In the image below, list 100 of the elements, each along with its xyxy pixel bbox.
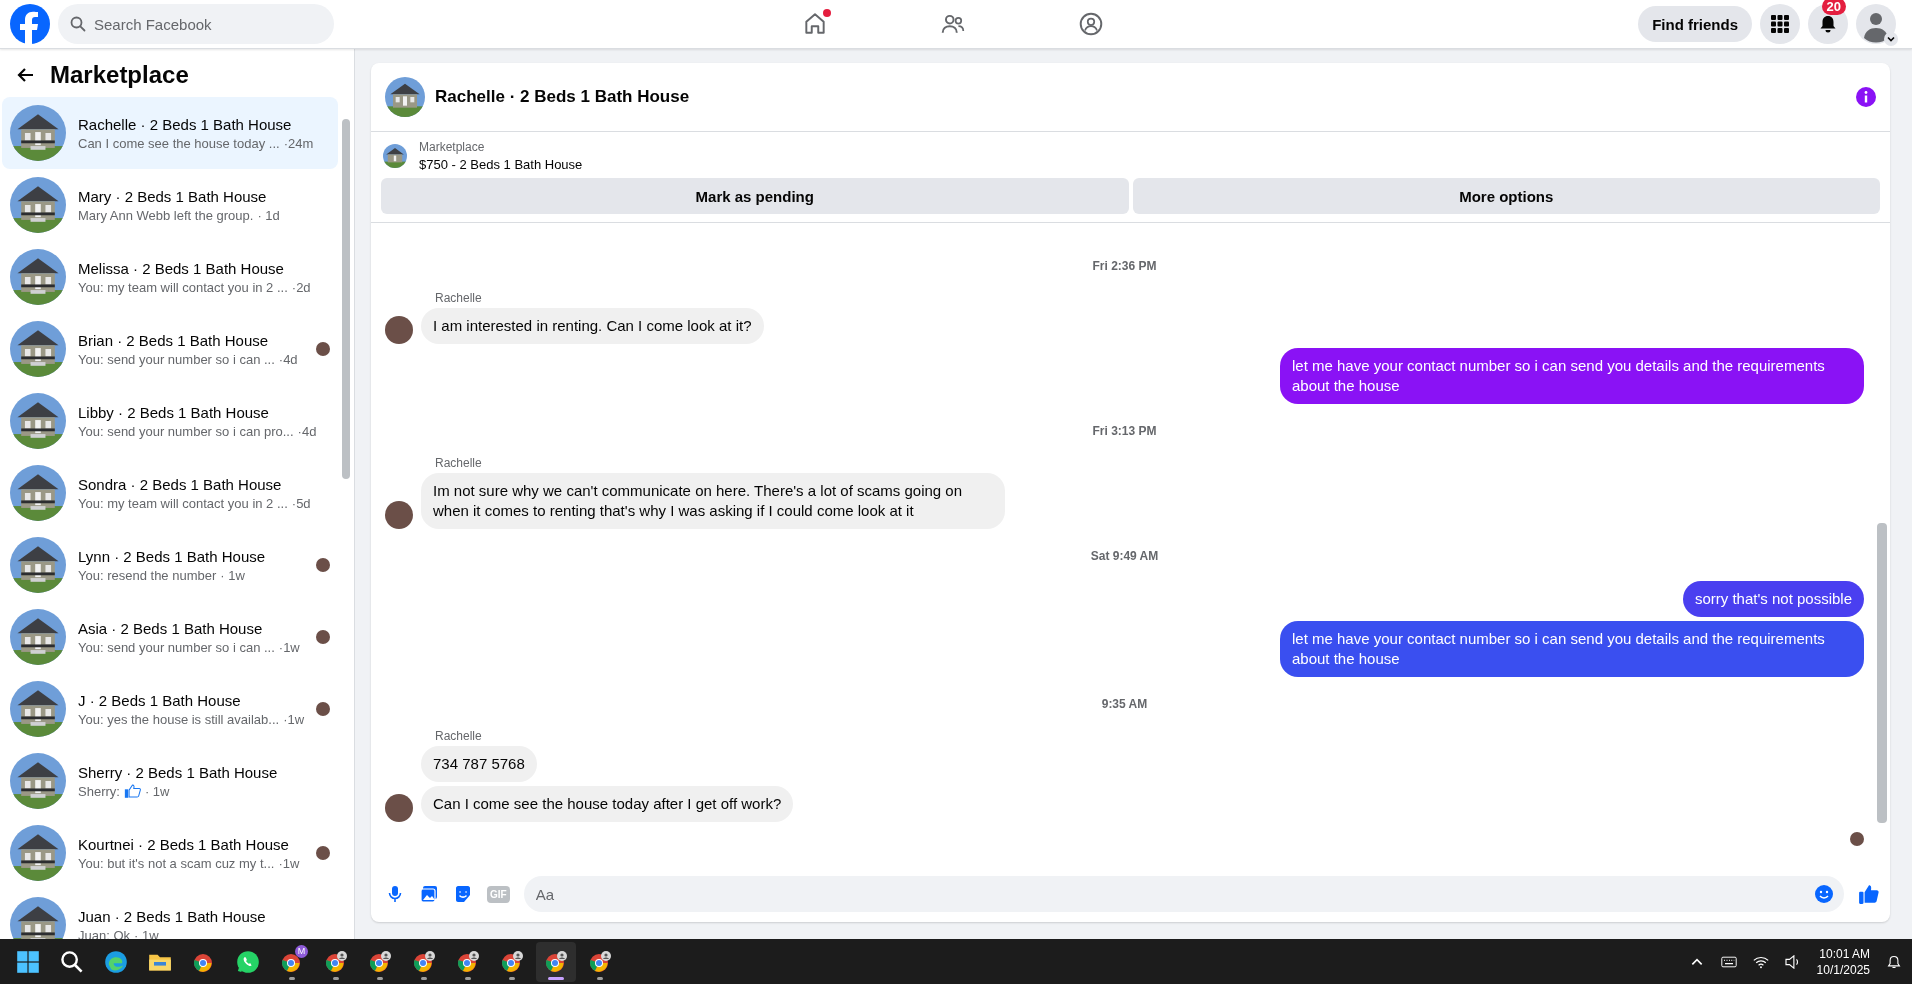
grid-icon [1771,15,1789,33]
image-icon[interactable] [419,884,439,904]
windows-icon [16,949,40,974]
message-preview: You: send your number so i can pro... [78,423,294,439]
clock-date[interactable]: 10/1/2025 [1816,961,1870,978]
message-time: ·4d [297,423,317,439]
message-preview: Juan: Ok [78,927,131,939]
message-time: ·1w [283,711,305,727]
sender-name: Rachelle [435,291,482,305]
notifications-button[interactable] [1808,4,1848,44]
search-field[interactable]: Search Facebook [58,4,334,44]
message-preview: You: my team will contact you in 2 ... [78,495,288,511]
profile-button[interactable] [1856,4,1896,44]
message-bubble: Im not sure why we can't communicate on here. There's a lot of scams going on when it comes to renting that's why I was asking if I could come look at it [421,473,1005,529]
message-preview: Sherry: [78,783,120,799]
message-time: · 1w [220,567,245,583]
conversation-item[interactable]: Kourtnei · 2 Beds 1 Bath House You: but it's not a scam cuz my t... ·1w [2,817,338,889]
message-time: ·24m [283,135,314,151]
menu-button[interactable] [1760,4,1800,44]
emoji-icon[interactable] [1814,884,1834,904]
message-time: ·1w [278,855,300,871]
profile-badge: M [295,944,308,958]
group-icon [1078,11,1104,37]
conversation-item[interactable]: Rachelle · 2 Beds 1 Bath House Can I come see the house today ... ·24m [2,97,338,169]
conversation-title: Kourtnei · 2 Beds 1 Bath House [78,835,290,853]
keyboard-icon[interactable] [1720,954,1737,969]
message-bubble: let me have your contact number so i can send you details and the requirements about the house [1280,621,1864,677]
message-input[interactable]: Aa [523,876,1844,912]
browser-icon [104,949,128,974]
conversation-title: Brian · 2 Beds 1 Bath House [78,331,270,349]
conversation-title: Sondra · 2 Beds 1 Bath House [78,475,283,493]
conversation-item[interactable]: J · 2 Beds 1 Bath House You: yes the house is still availab... ·1w [2,673,338,745]
message-bubble: I am interested in renting. Can I come look at it? [421,308,764,344]
chat-icon [236,949,260,974]
search-icon [60,949,84,974]
listing-title[interactable]: $750 - 2 Beds 1 Bath House [419,157,583,172]
notification-icon[interactable] [1886,954,1902,969]
listing-source: Marketplace [419,140,486,154]
conversation-title: Sherry · 2 Beds 1 Bath House [78,763,279,781]
conversation-title: Libby · 2 Beds 1 Bath House [78,403,270,421]
browser-profile-icon [412,949,436,974]
timestamp: Fri 2:36 PM [1092,259,1157,273]
message-preview: Mary Ann Webb left the group. [78,207,254,223]
conversation-item[interactable]: Mary · 2 Beds 1 Bath House Mary Ann Webb left the group. · 1d [2,169,338,241]
clock-time[interactable]: 10:01 AM [1819,945,1870,962]
action-button[interactable]: More options [1132,178,1880,214]
bell-icon [1818,14,1838,34]
timestamp: Fri 3:13 PM [1092,424,1157,438]
browser-profile-icon [588,949,612,974]
browser-profile-icon [368,949,392,974]
action-button[interactable]: Mark as pending [381,178,1129,214]
thumbs-up-icon[interactable] [1858,883,1880,905]
conversation-title: Lynn · 2 Beds 1 Bath House [78,547,267,565]
conversation-item[interactable]: Sherry · 2 Beds 1 Bath House Sherry: · 1w [2,745,338,817]
conversation-item[interactable]: Sondra · 2 Beds 1 Bath House You: my team will contact you in 2 ... ·5d [2,457,338,529]
sender-name: Rachelle [435,729,482,743]
wifi-icon[interactable] [1752,954,1769,969]
message-preview: You: resend the number [78,567,217,583]
find-friends-button[interactable]: Find friends [1638,6,1752,42]
conversation-title: Melissa · 2 Beds 1 Bath House [78,259,285,277]
message-time: ·4d [278,351,298,367]
message-preview: You: yes the house is still availab... [78,711,280,727]
conversation-item[interactable]: Lynn · 2 Beds 1 Bath House You: resend the number · 1w [2,529,338,601]
message-preview: You: send your number so i can ... [78,351,275,367]
sender-name: Rachelle [435,456,482,470]
message-bubble: sorry that's not possible [1682,581,1864,617]
message-time: · 1d [257,207,280,223]
speaker-icon[interactable] [1784,954,1801,969]
conversation-title: Rachelle · 2 Beds 1 Bath House [78,115,293,133]
taskbar-app[interactable] [536,941,576,982]
conversation-title: J · 2 Beds 1 Bath House [78,691,242,709]
message-time: · 1w [144,783,170,799]
search-icon [70,16,86,32]
browser-profile-icon [500,949,524,974]
chevron-icon [1884,32,1898,46]
conversation-title: Asia · 2 Beds 1 Bath House [78,619,264,637]
message-time: ·5d [291,495,311,511]
message-preview: You: send your number so i can ... [78,639,275,655]
browser-profile-icon [544,949,568,974]
conversation-item[interactable]: Libby · 2 Beds 1 Bath House You: send your number so i can pro... ·4d [2,385,338,457]
message-bubble: 734 787 5768 [421,746,537,782]
message-time: ·2d [291,279,311,295]
timestamp: Sat 9:49 AM [1090,549,1159,563]
message-preview: You: but it's not a scam cuz my t... [78,855,275,871]
notification-badge: 20 [1821,0,1846,15]
chat-title: Rachelle · 2 Beds 1 Bath House [435,87,691,107]
message-bubble: let me have your contact number so i can send you details and the requirements about the house [1280,348,1864,404]
message-time: · 1w [134,927,159,939]
info-icon[interactable] [1856,87,1876,107]
conversation-item[interactable]: Melissa · 2 Beds 1 Bath House You: my team will contact you in 2 ... ·2d [2,241,338,313]
conversation-title: Juan · 2 Beds 1 Bath House [78,907,267,925]
conversation-item[interactable]: Asia · 2 Beds 1 Bath House You: send your number so i can ... ·1w [2,601,338,673]
taskbar-app[interactable]: M [272,941,312,982]
timestamp: 9:35 AM [1101,697,1148,711]
message-preview: Can I come see the house today ... [78,135,280,151]
browser-profile-icon [456,949,480,974]
conversation-item[interactable]: Brian · 2 Beds 1 Bath House You: send your number so i can ... ·4d [2,313,338,385]
logo-icon[interactable] [10,4,50,44]
sticker-icon[interactable] [453,884,473,904]
message-bubble: Can I come see the house today after I get off work? [421,786,794,822]
